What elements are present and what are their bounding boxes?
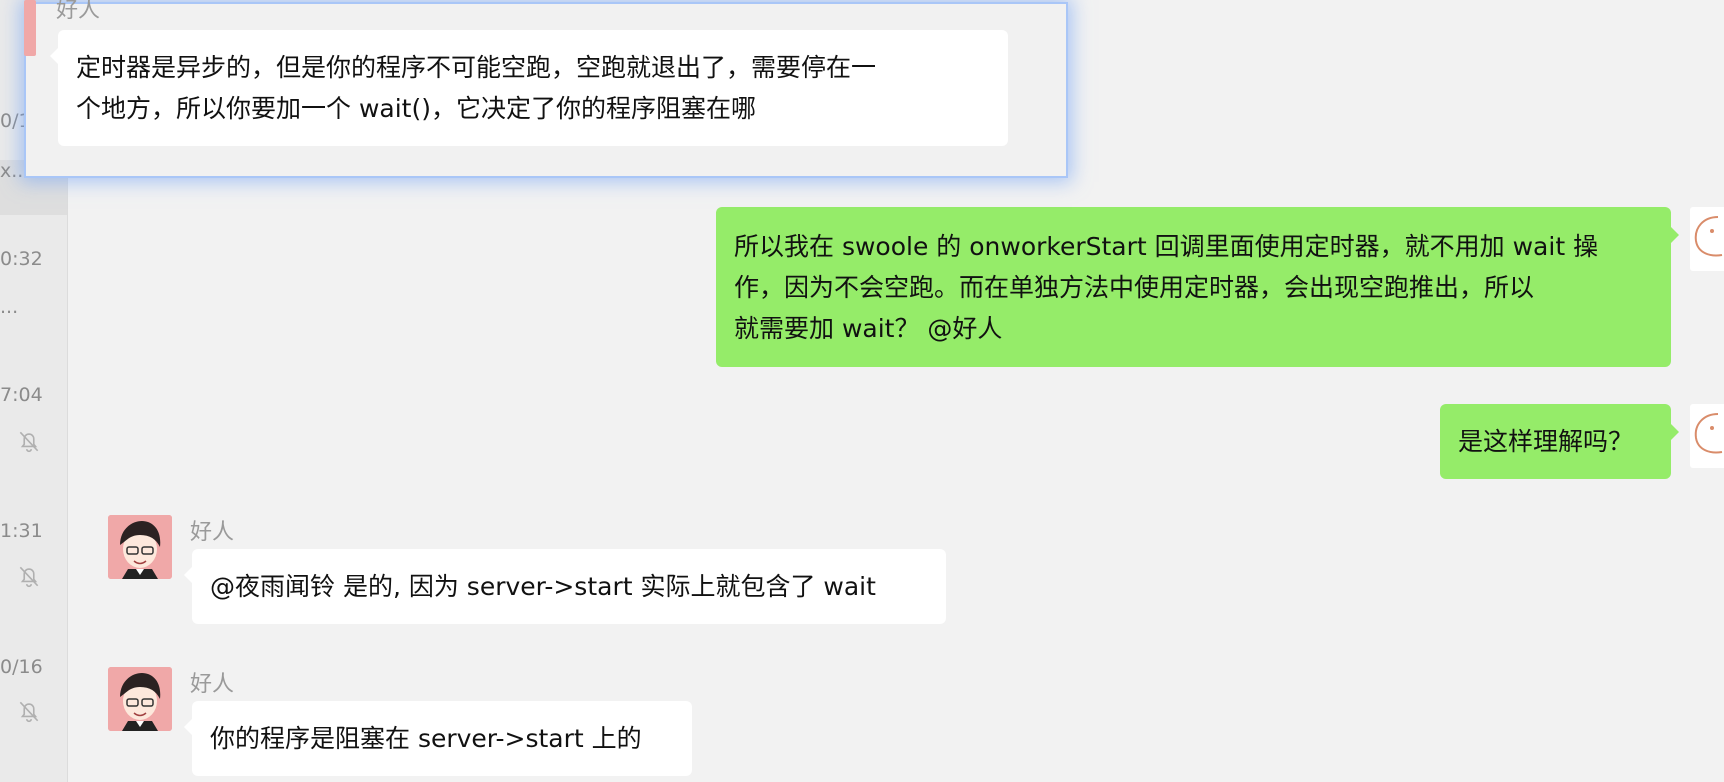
message-text: 你的程序是阻塞在 server->start 上的 [210, 724, 642, 753]
outgoing-message-bubble[interactable]: 所以我在 swoole 的 onworkerStart 回调里面使用定时器，就不… [716, 207, 1679, 367]
quoted-message-highlight[interactable]: 好人 定时器是异步的，但是你的程序不可能空跑，空跑就退出了，需要停在一 个地方，… [24, 0, 1066, 176]
message-line: 作，因为不会空跑。而在单独方法中使用定时器，会出现空跑推出，所以 [734, 273, 1535, 302]
message-bubble[interactable]: 你的程序是阻塞在 server->start 上的 [184, 701, 692, 776]
conversation-time: 1:31 [0, 520, 43, 542]
cartoon-avatar-icon [1694, 216, 1723, 257]
sender-name: 好人 [190, 520, 235, 545]
message-line: 所以我在 swoole 的 onworkerStart 回调里面使用定时器，就不… [734, 232, 1599, 261]
sender-name: 好人 [190, 672, 235, 697]
anime-boy-avatar-icon [108, 515, 172, 579]
avatar[interactable] [108, 667, 172, 731]
message-line: 个地方，所以你要加一个 wait()，它决定了你的程序阻塞在哪 [76, 94, 756, 123]
mute-bell-icon [19, 566, 39, 588]
message-bubble[interactable]: 定时器是异步的，但是你的程序不可能空跑，空跑就退出了，需要停在一 个地方，所以你… [50, 30, 1008, 146]
mute-bell-icon [19, 431, 39, 453]
message-text: @夜雨闻铃 是的, 因为 server->start 实际上就包含了 wait [210, 572, 876, 601]
anime-boy-avatar-icon [108, 667, 172, 731]
conversation-time: 0/16 [0, 656, 43, 678]
message-line: 定时器是异步的，但是你的程序不可能空跑，空跑就退出了，需要停在一 [76, 53, 877, 82]
avatar[interactable] [108, 515, 172, 579]
message-bubble[interactable]: @夜雨闻铃 是的, 因为 server->start 实际上就包含了 wait [184, 549, 946, 624]
conversation-snippet: x... [0, 160, 30, 182]
self-avatar[interactable] [1690, 404, 1724, 468]
conversation-snippet: ... [0, 296, 19, 318]
message-text: 是这样理解吗？ [1458, 427, 1634, 456]
conversation-time: 0:32 [0, 248, 43, 270]
message-line: 就需要加 wait？ @好人 [734, 314, 1003, 343]
sender-name: 好人 [56, 0, 101, 23]
avatar[interactable] [24, 0, 36, 56]
outgoing-message-bubble[interactable]: 是这样理解吗？ [1440, 404, 1679, 479]
self-avatar[interactable] [1690, 207, 1724, 271]
mute-bell-icon [19, 701, 39, 723]
conversation-time: 7:04 [0, 384, 43, 406]
cartoon-avatar-icon [1694, 413, 1723, 454]
